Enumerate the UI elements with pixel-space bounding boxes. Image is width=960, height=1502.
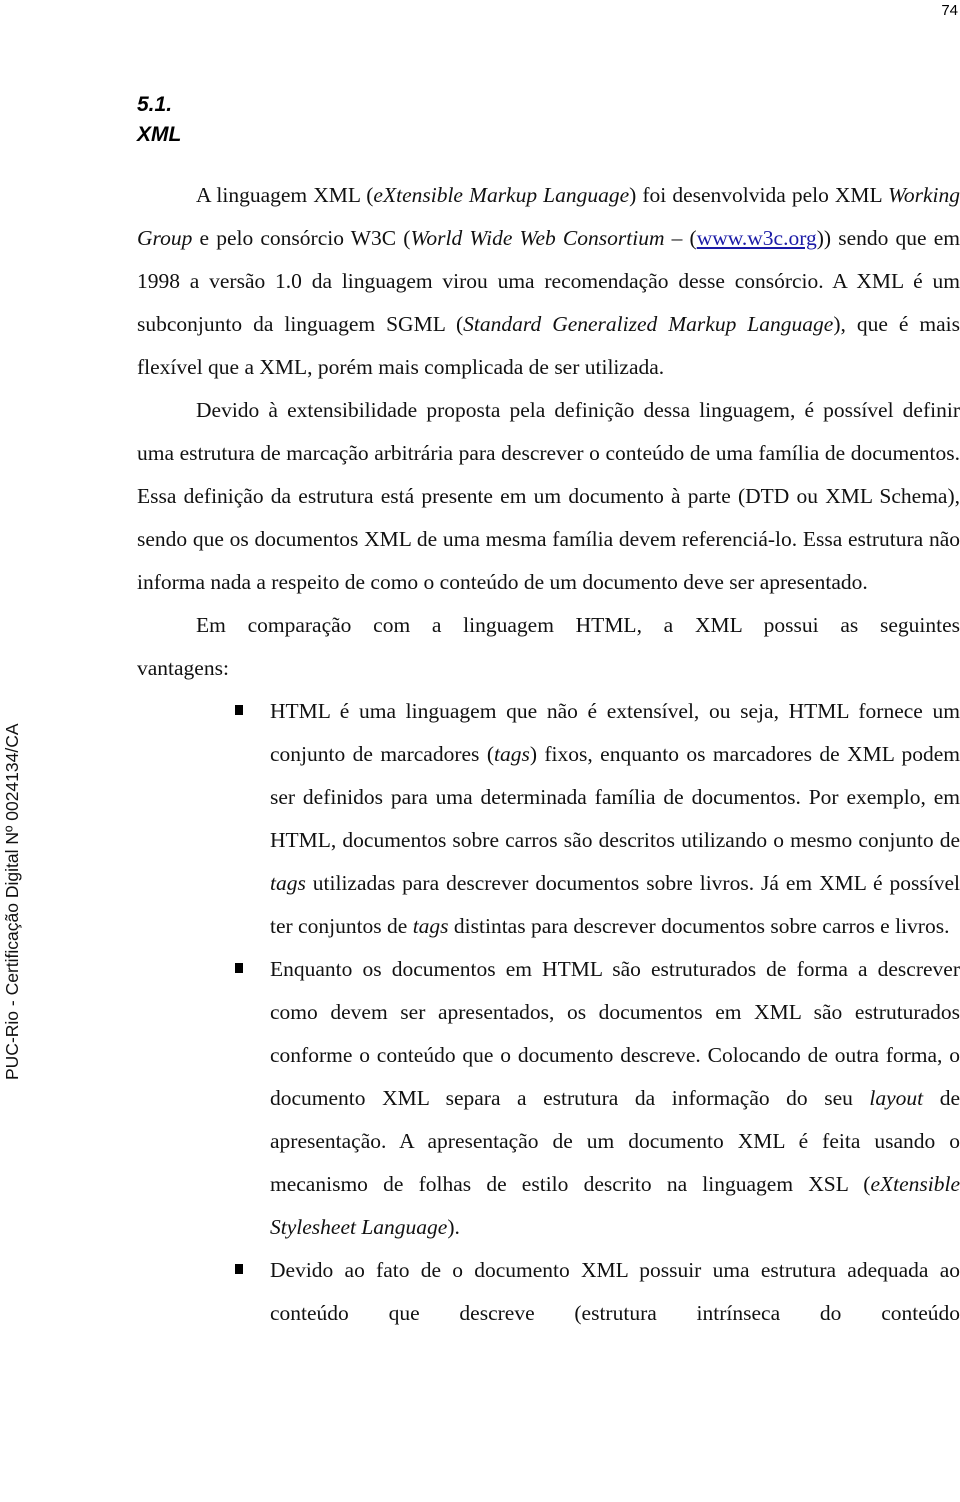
list-item: HTML é uma linguagem que não é extensíve… — [235, 690, 960, 948]
list-item: Devido ao fato de o documento XML possui… — [235, 1249, 960, 1335]
paragraph-intro: A linguagem XML (eXtensible Markup Langu… — [137, 183, 960, 379]
certification-watermark: PUC-Rio - Certificação Digital Nº 002413… — [2, 723, 22, 1080]
page-number: 74 — [941, 2, 958, 19]
section-number: 5.1. — [137, 93, 173, 116]
paragraph-comparison-end: vantagens: — [137, 656, 229, 680]
square-bullet-icon — [235, 705, 243, 715]
section-heading: 5.1. XML — [137, 90, 181, 150]
body-text: A linguagem XML (eXtensible Markup Langu… — [137, 174, 960, 1335]
list-item: Enquanto os documentos em HTML são estru… — [235, 948, 960, 1249]
paragraph-comparison: Em comparação com a linguagem HTML, a XM… — [196, 613, 960, 637]
advantages-list: HTML é uma linguagem que não é extensíve… — [137, 690, 960, 1335]
square-bullet-icon — [235, 1264, 243, 1274]
w3c-link[interactable]: www.w3c.org — [697, 226, 817, 250]
section-title: XML — [137, 123, 182, 146]
square-bullet-icon — [235, 963, 243, 973]
paragraph-extensibility: Devido à extensibilidade proposta pela d… — [137, 398, 960, 594]
